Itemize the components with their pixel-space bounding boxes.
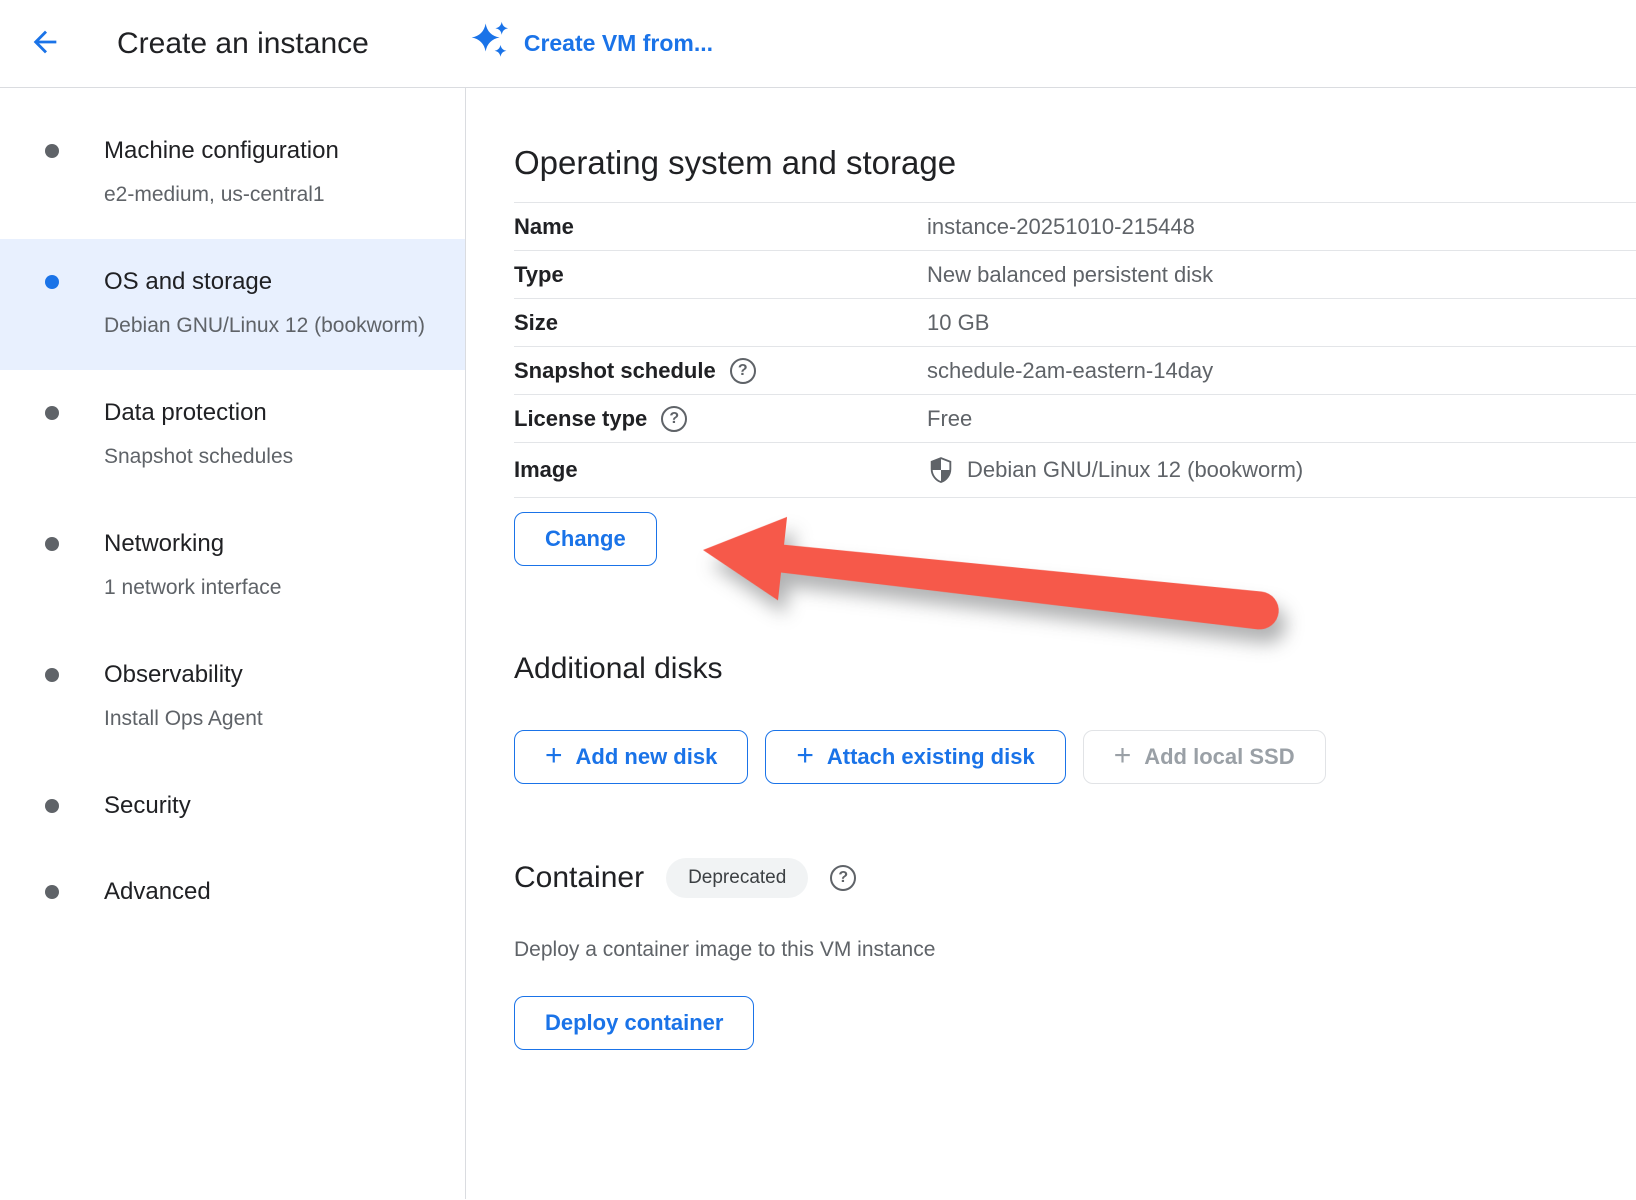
sidebar-item-machine-configuration[interactable]: Machine configuration e2-medium, us-cent… [0, 108, 465, 239]
main-panel: Operating system and storage Name instan… [466, 88, 1636, 1199]
row-value: Free [927, 406, 972, 432]
sidebar-item-sublabel: e2-medium, us-central1 [104, 176, 425, 213]
sidebar-item-sublabel: 1 network interface [104, 569, 425, 606]
back-arrow-icon [28, 25, 62, 62]
help-icon[interactable] [661, 406, 687, 432]
table-row: License type Free [514, 394, 1636, 442]
section-title: Operating system and storage [514, 144, 1636, 182]
row-label: Name [514, 214, 574, 240]
step-dot-icon [45, 144, 59, 158]
step-dot-icon [45, 537, 59, 551]
sidebar-item-label: Observability [104, 658, 425, 692]
deprecated-badge: Deprecated [666, 858, 808, 898]
os-shield-icon [927, 456, 955, 484]
step-dot-icon [45, 885, 59, 899]
change-button-label: Change [545, 526, 626, 552]
add-new-disk-button[interactable]: Add new disk [514, 730, 748, 784]
add-local-ssd-label: Add local SSD [1144, 744, 1294, 770]
plus-icon [796, 741, 814, 771]
attach-existing-disk-button[interactable]: Attach existing disk [765, 730, 1065, 784]
help-icon[interactable] [830, 865, 856, 891]
step-dot-icon [45, 275, 59, 289]
sidebar-item-sublabel: Snapshot schedules [104, 438, 425, 475]
step-dot-icon [45, 406, 59, 420]
deploy-container-label: Deploy container [545, 1010, 723, 1036]
sidebar-item-sublabel: Install Ops Agent [104, 700, 425, 737]
row-label: Image [514, 457, 578, 483]
row-label: License type [514, 406, 647, 432]
row-value: schedule-2am-eastern-14day [927, 358, 1213, 384]
table-row: Type New balanced persistent disk [514, 250, 1636, 298]
sidebar-item-os-and-storage[interactable]: OS and storage Debian GNU/Linux 12 (book… [0, 239, 465, 370]
sidebar-item-observability[interactable]: Observability Install Ops Agent [0, 632, 465, 763]
row-label: Type [514, 262, 564, 288]
page-title: Create an instance [117, 27, 369, 61]
row-value: New balanced persistent disk [927, 262, 1213, 288]
create-vm-from-button[interactable]: Create VM from... [469, 20, 713, 68]
container-description: Deploy a container image to this VM inst… [514, 938, 1636, 962]
add-new-disk-label: Add new disk [576, 744, 718, 770]
row-value: 10 GB [927, 310, 989, 336]
gemini-sparkle-icon [469, 20, 511, 68]
table-row: Snapshot schedule schedule-2am-eastern-1… [514, 346, 1636, 394]
step-dot-icon [45, 799, 59, 813]
row-value: instance-20251010-215448 [927, 214, 1195, 240]
sidebar-item-data-protection[interactable]: Data protection Snapshot schedules [0, 370, 465, 501]
attach-existing-disk-label: Attach existing disk [827, 744, 1035, 770]
table-row: Size 10 GB [514, 298, 1636, 346]
row-label: Snapshot schedule [514, 358, 716, 384]
additional-disks-title: Additional disks [514, 652, 1636, 686]
back-button[interactable] [28, 27, 62, 61]
sidebar-item-advanced[interactable]: Advanced [0, 849, 465, 935]
container-title: Container [514, 861, 644, 895]
steps-sidebar: Machine configuration e2-medium, us-cent… [0, 88, 466, 1199]
sidebar-item-label: Security [104, 789, 425, 823]
sidebar-item-label: Data protection [104, 396, 425, 430]
sidebar-item-security[interactable]: Security [0, 763, 465, 849]
top-header: Create an instance Create VM from... [0, 0, 1636, 88]
change-button[interactable]: Change [514, 512, 657, 566]
step-dot-icon [45, 668, 59, 682]
os-storage-summary-table: Name instance-20251010-215448 Type New b… [514, 202, 1636, 498]
sidebar-item-label: OS and storage [104, 265, 425, 299]
plus-icon [1114, 741, 1132, 771]
row-label: Size [514, 310, 558, 336]
table-row: Image Debian GNU/Linux 1 [514, 442, 1636, 498]
plus-icon [545, 741, 563, 771]
table-row: Name instance-20251010-215448 [514, 202, 1636, 250]
row-value: Debian GNU/Linux 12 (bookworm) [967, 457, 1303, 483]
add-local-ssd-button: Add local SSD [1083, 730, 1326, 784]
help-icon[interactable] [730, 358, 756, 384]
create-vm-from-label: Create VM from... [524, 30, 713, 57]
sidebar-item-label: Advanced [104, 875, 425, 909]
sidebar-item-sublabel: Debian GNU/Linux 12 (bookworm) [104, 307, 425, 344]
sidebar-item-label: Machine configuration [104, 134, 425, 168]
deploy-container-button[interactable]: Deploy container [514, 996, 754, 1050]
sidebar-item-label: Networking [104, 527, 425, 561]
sidebar-item-networking[interactable]: Networking 1 network interface [0, 501, 465, 632]
